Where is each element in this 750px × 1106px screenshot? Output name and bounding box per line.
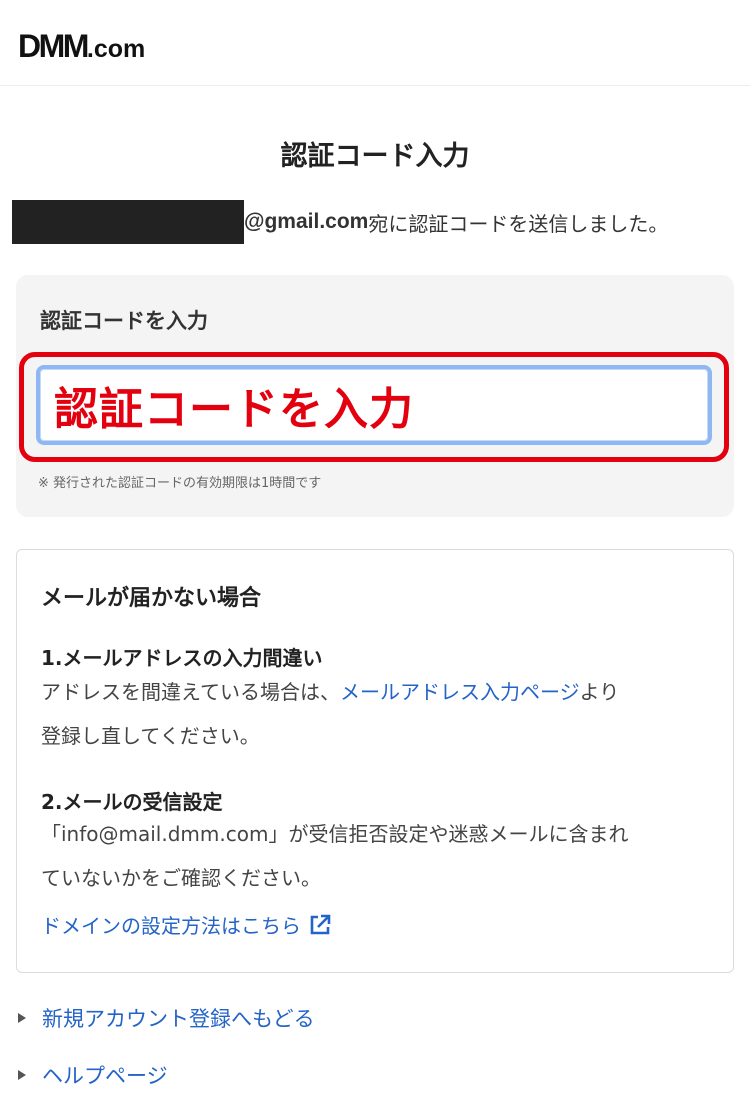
external-link-icon: [309, 907, 331, 951]
site-header: DMM.com: [0, 0, 750, 86]
domain-settings-link[interactable]: ドメインの設定方法はこちら: [41, 914, 301, 938]
code-input-label: 認証コードを入力: [40, 309, 208, 333]
section1-heading: 1.メールアドレスの入力間違い: [41, 646, 323, 670]
code-entry-card: 認証コードを入力 認証コードを入力 ※ 発行された認証コードの有効期限は1時間で…: [16, 275, 734, 517]
page-title: 認証コード入力: [280, 141, 470, 172]
dmm-logo[interactable]: DMM.com: [18, 28, 145, 65]
section2-text-line2: ていないかをご確認ください。: [41, 866, 321, 890]
redacted-email-box: [12, 200, 244, 244]
sent-notice: @gmail.com 宛に認証コードを送信しました。: [12, 200, 668, 244]
footer-link-signup-back[interactable]: 新規アカウント登録へもどる: [18, 1003, 315, 1033]
domain-settings-link-row[interactable]: ドメインの設定方法はこちら: [41, 904, 331, 951]
signup-back-link[interactable]: 新規アカウント登録へもどる: [42, 1003, 315, 1033]
triangle-right-icon: [18, 1013, 26, 1023]
code-input-highlight: 認証コードを入力: [19, 352, 729, 462]
sent-message: 宛に認証コードを送信しました。: [368, 211, 669, 236]
triangle-right-icon: [18, 1070, 26, 1080]
section2-heading: 2.メールの受信設定: [41, 790, 223, 814]
section1-text-line1: アドレスを間違えている場合は、メールアドレス入力ページより: [41, 670, 619, 714]
email-input-page-link[interactable]: メールアドレス入力ページ: [340, 680, 580, 704]
help-card: メールが届かない場合 1.メールアドレスの入力間違い アドレスを間違えている場合…: [16, 549, 734, 973]
section1-text-after: より: [579, 680, 620, 704]
section2-text-line1: 「info@mail.dmm.com」が受信拒否設定や迷惑メールに含まれ: [41, 822, 629, 846]
logo-suffix-text: .com: [86, 35, 146, 63]
help-title: メールが届かない場合: [41, 586, 262, 611]
logo-main-text: DMM: [18, 28, 89, 64]
section1-text-line2: 登録し直してください。: [41, 724, 260, 748]
help-page-link[interactable]: ヘルプページ: [42, 1060, 168, 1090]
code-expiry-note: ※ 発行された認証コードの有効期限は1時間です: [38, 476, 322, 491]
section1-text-before: アドレスを間違えている場合は、: [41, 680, 340, 704]
code-input-overlay-text: 認証コードを入力: [54, 384, 414, 435]
sent-email-domain: @gmail.com: [244, 210, 369, 233]
footer-link-help[interactable]: ヘルプページ: [18, 1060, 168, 1090]
code-input[interactable]: 認証コードを入力: [36, 365, 712, 445]
